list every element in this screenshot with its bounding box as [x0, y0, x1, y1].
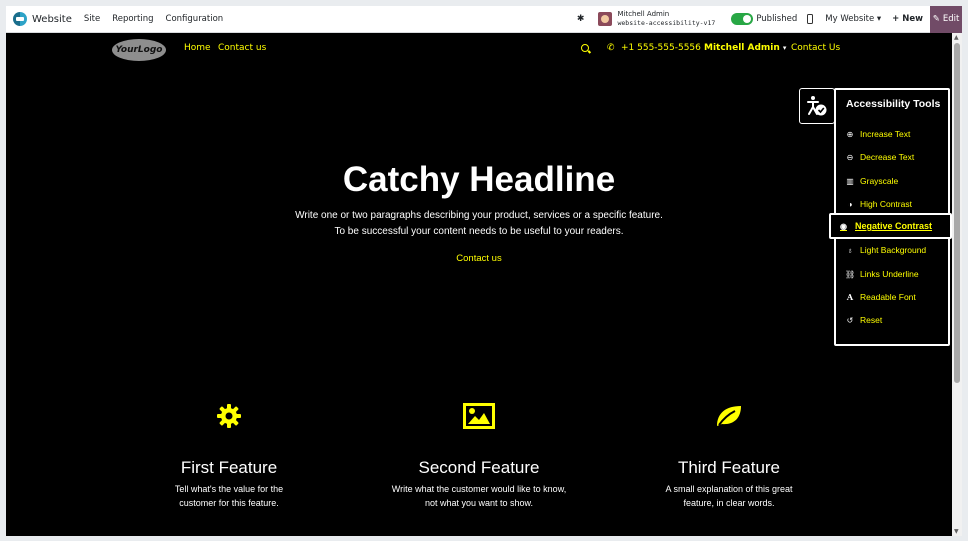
feature-desc-1-line-1: Tell what's the value for the	[174, 484, 284, 494]
feature-desc-3-line-1: A small explanation of this great	[665, 484, 793, 494]
zoom-out-icon: ⊖	[846, 152, 854, 162]
acc-item-label: Readable Font	[860, 292, 916, 302]
acc-item-label: Grayscale	[860, 176, 899, 186]
mobile-preview-icon[interactable]	[807, 14, 814, 24]
website-app-icon	[13, 12, 27, 26]
app-name: Website	[32, 13, 72, 25]
menu-reporting[interactable]: Reporting	[112, 14, 153, 24]
accessibility-toggle-button[interactable]	[799, 88, 835, 124]
feature-desc-3: A small explanation of this great featur…	[614, 483, 844, 510]
bulb-icon: ♁	[847, 245, 853, 255]
feature-title-3: Third Feature	[677, 458, 781, 477]
image-icon	[364, 403, 594, 433]
site-logo[interactable]: YourLogo	[112, 39, 166, 61]
contrast-icon: ◑	[847, 199, 853, 209]
acc-item-label: Negative Contrast	[855, 221, 933, 231]
caret-down-icon: ▾	[782, 44, 787, 52]
new-button[interactable]: + New	[892, 14, 923, 24]
user-name: Mitchell Admin	[617, 10, 670, 18]
reset-icon: ↺	[846, 315, 854, 325]
acc-item-label: Decrease Text	[860, 152, 915, 162]
scroll-up-arrow-icon[interactable]: ▲	[954, 34, 959, 41]
debug-bug-icon[interactable]: ✱	[577, 14, 585, 24]
feature-card-2: Second Feature Write what the customer w…	[364, 403, 594, 510]
gear-icon	[114, 403, 344, 433]
acc-high-contrast[interactable]: ◑ High Contrast	[845, 196, 912, 212]
toggle-switch-icon	[731, 13, 754, 25]
feature-desc-2-line-1: Write what the customer would like to kn…	[391, 484, 567, 494]
feature-card-1: First Feature Tell what's the value for …	[114, 403, 344, 510]
feature-title-2: Second Feature	[418, 458, 540, 477]
link-icon: ⛓	[845, 269, 856, 279]
acc-links-underline[interactable]: ⛓ Links Underline	[845, 266, 919, 282]
acc-item-label: Links Underline	[860, 269, 919, 279]
odoo-navbar: Website Site Reporting Configuration ✱ M…	[6, 5, 962, 33]
nav-cta-contact[interactable]: Contact Us	[791, 43, 840, 53]
nav-user-name: Mitchell Admin	[704, 43, 780, 53]
hero-contact-link[interactable]: Contact us	[6, 253, 952, 264]
scroll-thumb[interactable]	[954, 43, 960, 383]
hero-line-1: Write one or two paragraphs describing y…	[295, 210, 663, 221]
acc-light-background[interactable]: ♁ Light Background	[845, 242, 926, 258]
menu-site[interactable]: Site	[84, 14, 100, 24]
grayscale-icon: ▥	[846, 176, 854, 186]
app-switcher[interactable]: Website	[13, 12, 84, 26]
nav-user-menu[interactable]: Mitchell Admin ▾	[704, 43, 786, 53]
acc-item-label: Reset	[860, 315, 883, 325]
eye-icon: ◉	[840, 221, 847, 231]
menu-configuration[interactable]: Configuration	[166, 14, 224, 24]
feature-desc-1: Tell what's the value for the customer f…	[114, 483, 344, 510]
feature-desc-2: Write what the customer would like to kn…	[364, 483, 594, 510]
search-icon[interactable]	[581, 44, 589, 52]
acc-negative-contrast[interactable]: ◉ Negative Contrast	[829, 213, 952, 239]
new-button-label: New	[902, 14, 923, 24]
nav-home[interactable]: Home	[184, 43, 211, 53]
published-toggle[interactable]: Published	[731, 13, 797, 25]
accessibility-title: Accessibility Tools	[846, 98, 941, 110]
nav-contact-us[interactable]: Contact us	[218, 43, 266, 53]
avatar	[598, 12, 613, 26]
phone-icon: ✆	[607, 43, 615, 53]
acc-item-label: Light Background	[860, 245, 927, 255]
feature-desc-2-line-2: not what you want to show.	[424, 497, 534, 508]
acc-increase-text[interactable]: ⊕ Increase Text	[845, 126, 911, 142]
acc-item-label: High Contrast	[860, 199, 912, 209]
accessibility-icon	[807, 96, 827, 116]
website-header: YourLogo Home Contact us ✆ +1 555-555-55…	[6, 33, 952, 65]
hero-title: Catchy Headline	[342, 160, 616, 199]
feature-title-1: First Feature	[180, 458, 278, 477]
acc-grayscale[interactable]: ▥ Grayscale	[845, 173, 898, 189]
user-menu[interactable]: Mitchell Admin website-accessibility-v17	[598, 10, 715, 28]
feature-desc-3-line-2: feature, in clear words.	[683, 497, 775, 508]
website-selector[interactable]: My Website ▾	[825, 14, 881, 24]
acc-item-label: Increase Text	[860, 129, 911, 139]
pencil-icon: ✎	[932, 14, 940, 24]
website-selector-label: My Website	[825, 14, 875, 24]
font-icon: A	[846, 292, 854, 302]
database-name: website-accessibility-v17	[617, 19, 716, 27]
acc-decrease-text[interactable]: ⊖ Decrease Text	[845, 149, 915, 165]
page-scrollbar[interactable]: ▲ ▼	[952, 33, 962, 536]
edit-button[interactable]: ✎ Edit	[930, 5, 962, 33]
feature-desc-1-line-2: customer for this feature.	[179, 497, 279, 508]
hero-line-2: To be successful your content needs to b…	[334, 226, 624, 237]
scroll-down-arrow-icon[interactable]: ▼	[954, 528, 959, 535]
acc-readable-font[interactable]: A Readable Font	[845, 289, 916, 305]
edit-label: Edit	[942, 14, 960, 24]
zoom-in-icon: ⊕	[846, 129, 854, 139]
nav-phone[interactable]: +1 555-555-5556	[621, 43, 701, 53]
acc-reset[interactable]: ↺ Reset	[845, 312, 883, 328]
feature-card-3: Third Feature A small explanation of thi…	[614, 403, 844, 510]
published-label: Published	[756, 14, 798, 24]
leaf-icon	[614, 403, 844, 433]
